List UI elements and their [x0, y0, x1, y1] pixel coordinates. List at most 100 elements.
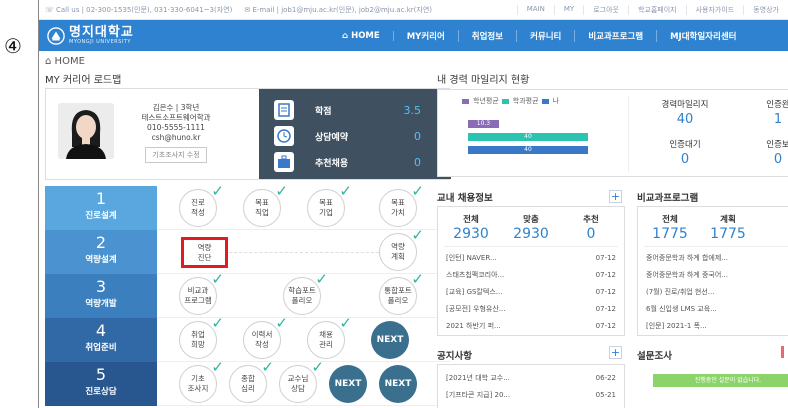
- jobs-recommended[interactable]: 추천 0: [562, 213, 620, 242]
- mileage-total[interactable]: 경력마일리지 40: [650, 98, 720, 127]
- mileage-certified[interactable]: 인증완 1: [743, 98, 788, 127]
- profile-phone: 010-5555-1111: [147, 123, 205, 132]
- step-professor-counsel[interactable]: 교수님 상담 ✓: [279, 360, 324, 403]
- programs-panel: 전체 1775 계획 1775 중어중문학과 하계 합에제... 중어중문학과 하계…: [637, 206, 788, 336]
- nav-home[interactable]: ⌂ HOME: [329, 30, 394, 41]
- step-psychology[interactable]: 종합 심리 ✓: [229, 360, 274, 403]
- divider: [644, 246, 788, 247]
- list-item[interactable]: [기프타콘 지급] 20... 05-21: [446, 386, 616, 403]
- avatar: [58, 103, 114, 159]
- list-item[interactable]: 2021 하반기 퍼... 07-12: [446, 317, 616, 334]
- link-video[interactable]: 동영상가: [743, 4, 788, 15]
- university-logo[interactable]: 명지대학교 MYONGJI UNIVERSITY: [39, 24, 329, 45]
- next-button[interactable]: NEXT: [379, 365, 417, 403]
- jobs-matched[interactable]: 맞춤 2930: [502, 213, 560, 242]
- step-target-value[interactable]: 목표 가치 ✓: [379, 184, 424, 227]
- programs-planned[interactable]: 계획 1775: [700, 213, 756, 242]
- stat-gpa[interactable]: 학점 3.5: [259, 99, 451, 121]
- check-icon: ✓: [315, 270, 328, 288]
- list-item[interactable]: 중어중문학과 하계 합에제...: [646, 249, 780, 266]
- list-item[interactable]: [2021년 대학 교수... 06-22: [446, 369, 616, 386]
- browser-frame: ☏ Call us | 02-300-1535(인문), 031-330-604…: [38, 0, 788, 408]
- programs-title: 비교과프로그램: [637, 193, 699, 204]
- jobs-title: 교내 채용정보: [437, 193, 493, 204]
- step-extracurricular[interactable]: 비교과 프로그램 ✓: [179, 272, 224, 315]
- jobs-panel: 전체 2930 맞춤 2930 추천 0 [인턴] NAVER... 07-12 스태츠…: [437, 206, 625, 336]
- nav-programs[interactable]: 비교과프로그램: [575, 29, 658, 42]
- step-career-aptitude[interactable]: 진로 적성 ✓: [179, 184, 224, 227]
- logo-name: 명지대학교: [69, 24, 134, 40]
- step-target-company[interactable]: 목표 기업 ✓: [307, 184, 352, 227]
- step-job-hope[interactable]: 취업 희망 ✓: [179, 316, 224, 359]
- survey-title: 설문조사: [637, 351, 672, 362]
- stat-recommend[interactable]: 추천채용 0: [259, 151, 451, 173]
- step-integrated-portfolio[interactable]: 통합포트 폴리오 ✓: [379, 272, 424, 315]
- list-item[interactable]: 스태츠칩팩코리아... 07-12: [446, 266, 616, 283]
- mileage-held[interactable]: 인증보 0: [743, 138, 788, 167]
- notice-more-button[interactable]: +: [609, 346, 622, 359]
- list-item[interactable]: [공모전] 우형유산... 07-12: [446, 300, 616, 317]
- jobs-more-button[interactable]: +: [609, 190, 622, 203]
- step-competency-plan[interactable]: 역량 계획 ✓: [379, 228, 424, 271]
- programs-total[interactable]: 전체 1775: [642, 213, 698, 242]
- next-button[interactable]: NEXT: [371, 321, 409, 359]
- step-recruit-manage[interactable]: 채용 관리 ✓: [307, 316, 352, 359]
- nav-community[interactable]: 커뮤니티: [517, 29, 576, 42]
- list-item[interactable]: [교육] GS칼텍스... 07-12: [446, 283, 616, 300]
- list-item[interactable]: 6월 신입생 LMS 교육...: [646, 300, 780, 317]
- list-item[interactable]: 중어중문학과 하계 중국어...: [646, 266, 780, 283]
- clock-icon: [274, 126, 294, 146]
- survey-more-button[interactable]: [781, 346, 784, 358]
- home-icon: ⌂: [342, 30, 349, 41]
- nav-job-info[interactable]: 취업정보: [459, 29, 518, 42]
- check-icon: ✓: [261, 358, 274, 376]
- main-nav: ⌂ HOME MY커리어 취업정보 커뮤니티 비교과프로그램 MJ대학일자리센터: [329, 29, 749, 42]
- list-item[interactable]: (7월) 진로/취업 현선...: [646, 283, 780, 300]
- check-icon: ✓: [211, 358, 224, 376]
- link-logout[interactable]: 로그아웃: [583, 4, 628, 15]
- step-marker: ④: [4, 34, 22, 58]
- nav-my-career[interactable]: MY커리어: [394, 29, 459, 42]
- list-item[interactable]: [인문] 2021-1 폭...: [646, 317, 780, 334]
- link-user-guide[interactable]: 사용자가이드: [685, 4, 744, 15]
- stage-5[interactable]: 5 진로상담: [45, 362, 157, 406]
- edit-survey-button[interactable]: 기초조사지 수정: [145, 147, 207, 163]
- stage-4[interactable]: 4 취업준비: [45, 318, 157, 362]
- nav-job-center[interactable]: MJ대학일자리센터: [657, 30, 749, 42]
- stat-counsel[interactable]: 상담예약 0: [259, 125, 451, 147]
- briefcase-icon: [274, 152, 294, 172]
- profile-department: 테스트소프트웨어학과: [141, 113, 211, 122]
- notice-panel: [2021년 대학 교수... 06-22 [기프타콘 지급] 20... 05-2…: [437, 364, 625, 408]
- top-links: MAIN MY 로그아웃 학교홈페이지 사용자가이드 동영상가: [516, 4, 788, 15]
- dashed-connector: [229, 252, 379, 253]
- step-competency-diagnosis[interactable]: 역량 진단: [181, 237, 228, 268]
- legend-swatch: [462, 98, 469, 104]
- roadmap-row-3: 비교과 프로그램 ✓ 학습포트 폴리오 ✓ 통합포트 폴리오 ✓: [157, 272, 450, 318]
- check-icon: ✓: [211, 314, 224, 332]
- profile-info: 김은수 | 3학년 테스트소프트웨어학과 010-5555-1111 csh@h…: [126, 103, 226, 163]
- survey-panel: 진행중인 설문이 없습니다.: [637, 364, 788, 408]
- stage-1[interactable]: 1 진로설계: [45, 186, 157, 230]
- logo-subtitle: MYONGJI UNIVERSITY: [69, 38, 131, 45]
- mileage-panel: 학년평균 학과평균 나 10.3 40 40 경력마일리지 40 인증완 1 인증대…: [437, 89, 788, 177]
- step-basic-survey[interactable]: 기초 조사지 ✓: [179, 360, 224, 403]
- step-target-job[interactable]: 목표 직업 ✓: [243, 184, 288, 227]
- link-school-home[interactable]: 학교홈페이지: [627, 4, 686, 15]
- jobs-total[interactable]: 전체 2930: [442, 213, 500, 242]
- roadmap-row-5: 기초 조사지 ✓ 종합 심리 ✓ 교수님 상담 ✓ NEXT NEXT: [157, 360, 450, 406]
- stage-3[interactable]: 3 역량개발: [45, 274, 157, 318]
- link-main[interactable]: MAIN: [516, 4, 554, 15]
- mileage-pending[interactable]: 인증대기 0: [650, 138, 720, 167]
- step-resume[interactable]: 이력서 작성 ✓: [243, 316, 288, 359]
- link-my[interactable]: MY: [553, 4, 583, 15]
- stage-2[interactable]: 2 역량설계: [45, 230, 157, 274]
- check-icon: ✓: [275, 182, 288, 200]
- bar-dept-avg: 40: [468, 133, 588, 141]
- top-info-bar: ☏ Call us | 02-300-1535(인문), 031-330-604…: [39, 0, 788, 20]
- list-item[interactable]: [인턴] NAVER... 07-12: [446, 249, 616, 266]
- divider: [628, 96, 629, 172]
- check-icon: ✓: [411, 182, 424, 200]
- survey-status-button[interactable]: 진행중인 설문이 없습니다.: [653, 374, 788, 387]
- step-learning-portfolio[interactable]: 학습포트 폴리오 ✓: [283, 272, 328, 315]
- next-button[interactable]: NEXT: [329, 365, 367, 403]
